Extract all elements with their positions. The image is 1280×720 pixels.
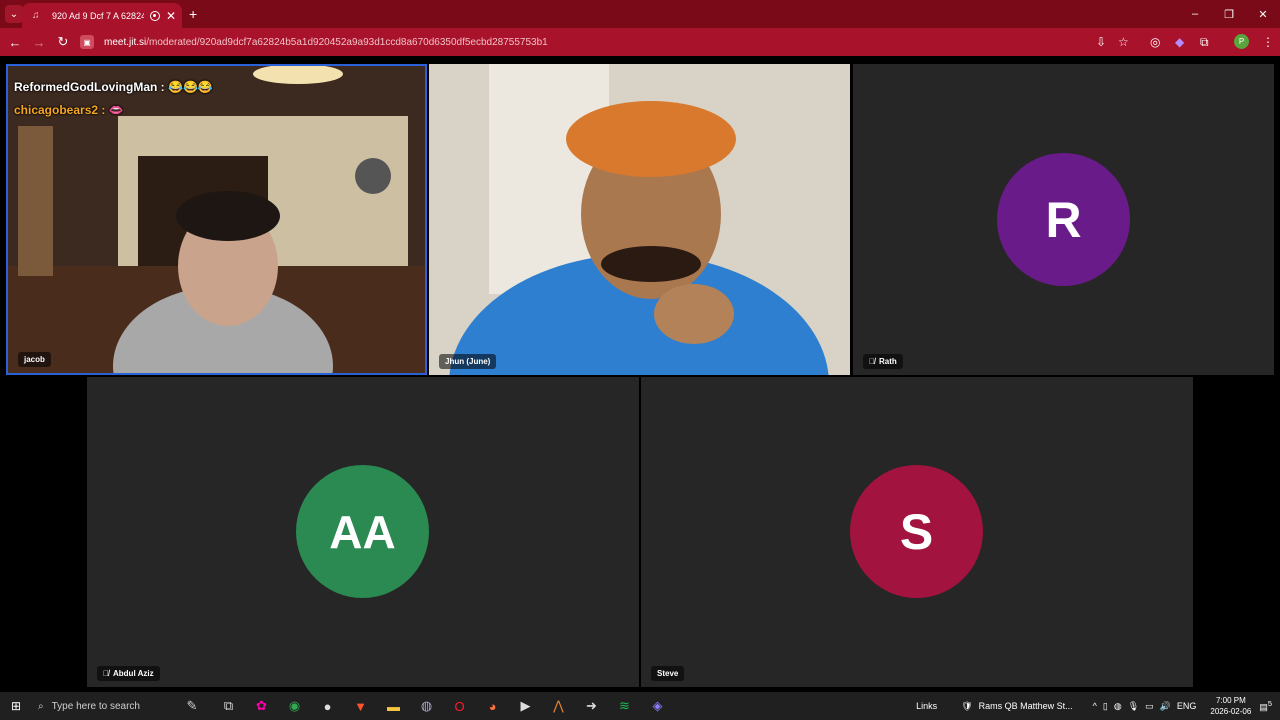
new-tab-icon[interactable]: +: [189, 6, 197, 22]
participant-tile-rath[interactable]: R 🎙̸ Rath: [853, 64, 1274, 375]
meeting-stage: ReformedGodLovingMan : 😂😂😂 chicagobears2…: [0, 56, 1280, 692]
brave-icon[interactable]: ▼: [344, 692, 377, 720]
reload-icon[interactable]: ↻: [51, 34, 75, 50]
close-window-icon[interactable]: ✕: [1246, 0, 1280, 28]
notification-icon[interactable]: ▤5: [1259, 699, 1272, 713]
taskbar: ⊞ ⌕ Type here to search ✎ ⧉ ✿ ◉ ● ▼ ▬ ◍ …: [0, 692, 1280, 720]
url-text: meet.jit.si/moderated/920ad9dcf7a62824b5…: [104, 37, 548, 48]
windows-start-icon[interactable]: ⊞: [0, 692, 32, 720]
forward-icon[interactable]: →: [27, 35, 51, 50]
participant-tile-jacob[interactable]: ReformedGodLovingMan : 😂😂😂 chicagobears2…: [6, 64, 427, 375]
back-icon[interactable]: ←: [3, 35, 27, 50]
task-view-icon[interactable]: ⧉: [212, 692, 245, 720]
participant-name-label: Steve: [651, 666, 685, 681]
mic-muted-icon: 🎙̸: [103, 669, 109, 678]
media-player-icon[interactable]: ▶: [509, 692, 542, 720]
chat-user: ReformedGodLovingMan :: [14, 80, 165, 94]
steam-icon[interactable]: ◍: [410, 692, 443, 720]
opera-icon[interactable]: O: [443, 692, 476, 720]
install-app-icon[interactable]: ⇩: [1096, 35, 1106, 49]
links-toolbar[interactable]: Links: [916, 701, 937, 711]
file-explorer-icon[interactable]: ▬: [377, 692, 410, 720]
address-bar: ← → ↻ ▣ meet.jit.si/moderated/920ad9dcf7…: [0, 28, 1280, 56]
avatar: R: [997, 153, 1130, 286]
tab-active[interactable]: ♫ 920 Ad 9 Dcf 7 A 62824 8 5 ✕: [22, 3, 182, 28]
extension-icon[interactable]: ◆: [1175, 35, 1184, 49]
app-launcher-icon[interactable]: ⋀: [542, 692, 575, 720]
participant-tile-jhun[interactable]: Jhun (June): [429, 64, 850, 375]
restore-icon[interactable]: ❐: [1212, 0, 1246, 28]
bookmark-star-icon[interactable]: ☆: [1118, 35, 1129, 49]
participant-tile-abdul-aziz[interactable]: AA 🎙̸ Abdul Aziz: [87, 377, 639, 687]
participant-name-label: Jhun (June): [439, 354, 497, 369]
title-bar: ⌄ ♫ 920 Ad 9 Dcf 7 A 62824 8 5 ✕ + – ❐ ✕: [0, 0, 1280, 28]
news-icon[interactable]: 🛡: [961, 701, 972, 712]
search-icon: ⌕: [38, 700, 44, 712]
clock[interactable]: 7:00 PM 2026-02-06: [1210, 695, 1251, 717]
tab-search-icon[interactable]: ⌄: [5, 5, 23, 23]
copilot-icon[interactable]: ✿: [245, 692, 278, 720]
participant-name-label: 🎙̸ Rath: [863, 354, 903, 369]
chat-user: chicagobears2 :: [14, 103, 106, 117]
omnibox[interactable]: ▣ meet.jit.si/moderated/920ad9dcf7a62824…: [80, 31, 1140, 53]
discord-icon[interactable]: ◈: [641, 692, 674, 720]
tab-title: 920 Ad 9 Dcf 7 A 62824 8 5: [52, 10, 144, 21]
mic-muted-icon: 🎙̸: [869, 357, 875, 366]
notification-count: 5: [1267, 699, 1272, 708]
chat-reaction: ReformedGodLovingMan : 😂😂😂: [14, 80, 213, 94]
microphone-icon[interactable]: 🎙: [1128, 701, 1139, 712]
app-icon[interactable]: ●: [311, 692, 344, 720]
participant-name: Steve: [657, 669, 679, 678]
participant-tile-steve[interactable]: S Steve: [641, 377, 1193, 687]
volume-icon[interactable]: 🔊: [1160, 701, 1171, 712]
chevron-up-icon[interactable]: ^: [1093, 701, 1097, 711]
tray-app-icon[interactable]: ◍: [1114, 701, 1122, 712]
chat-reaction: chicagobears2 : 👄: [14, 103, 124, 117]
participant-name-label: jacob: [18, 352, 51, 367]
tab-favicon-icon: ♫: [32, 9, 40, 21]
network-icon[interactable]: ▭: [1145, 701, 1154, 712]
recording-icon: [149, 10, 160, 21]
app-icon[interactable]: ➜: [575, 692, 608, 720]
firefox-icon[interactable]: ◕: [476, 692, 509, 720]
news-headline[interactable]: Rams QB Matthew St...: [979, 701, 1073, 711]
search-highlight-icon[interactable]: ✎: [172, 692, 212, 720]
language-indicator[interactable]: ENG: [1177, 701, 1197, 711]
avatar: AA: [296, 465, 429, 598]
search-placeholder: Type here to search: [51, 700, 140, 712]
url-host: meet.jit.si: [104, 36, 147, 48]
tray-app-icon[interactable]: ▯: [1103, 701, 1108, 712]
participant-name: Abdul Aziz: [113, 669, 154, 678]
site-info-icon[interactable]: ▣: [80, 35, 94, 49]
system-tray: Links 🛡 Rams QB Matthew St... ^ ▯ ◍ 🎙 ▭ …: [916, 692, 1280, 720]
clock-time: 7:00 PM: [1215, 696, 1246, 705]
url-path: /moderated/920ad9dcf7a62824b5a1d920452a9…: [146, 36, 548, 48]
participant-name: Jhun (June): [445, 357, 491, 366]
incognito-icon[interactable]: ◎: [1150, 35, 1160, 49]
participant-name-label: 🎙̸ Abdul Aziz: [97, 666, 160, 681]
participant-name: Rath: [879, 357, 897, 366]
menu-icon[interactable]: ⋮: [1262, 35, 1274, 49]
chat-emoji: 😂😂😂: [168, 80, 213, 94]
window-controls: – ❐ ✕: [1178, 0, 1280, 28]
video-feed-jhun: [429, 64, 850, 375]
chat-emoji: 👄: [108, 103, 124, 117]
profile-avatar[interactable]: P: [1234, 34, 1249, 49]
avatar: S: [850, 465, 983, 598]
minimize-icon[interactable]: –: [1178, 0, 1212, 28]
clock-date: 2026-02-06: [1210, 707, 1252, 716]
participant-name: jacob: [24, 355, 45, 364]
extensions-puzzle-icon[interactable]: ⧉: [1200, 35, 1209, 50]
close-tab-icon[interactable]: ✕: [166, 9, 176, 23]
spotify-icon[interactable]: ≋: [608, 692, 641, 720]
taskbar-search[interactable]: ⌕ Type here to search: [32, 692, 172, 720]
chrome-icon[interactable]: ◉: [278, 692, 311, 720]
